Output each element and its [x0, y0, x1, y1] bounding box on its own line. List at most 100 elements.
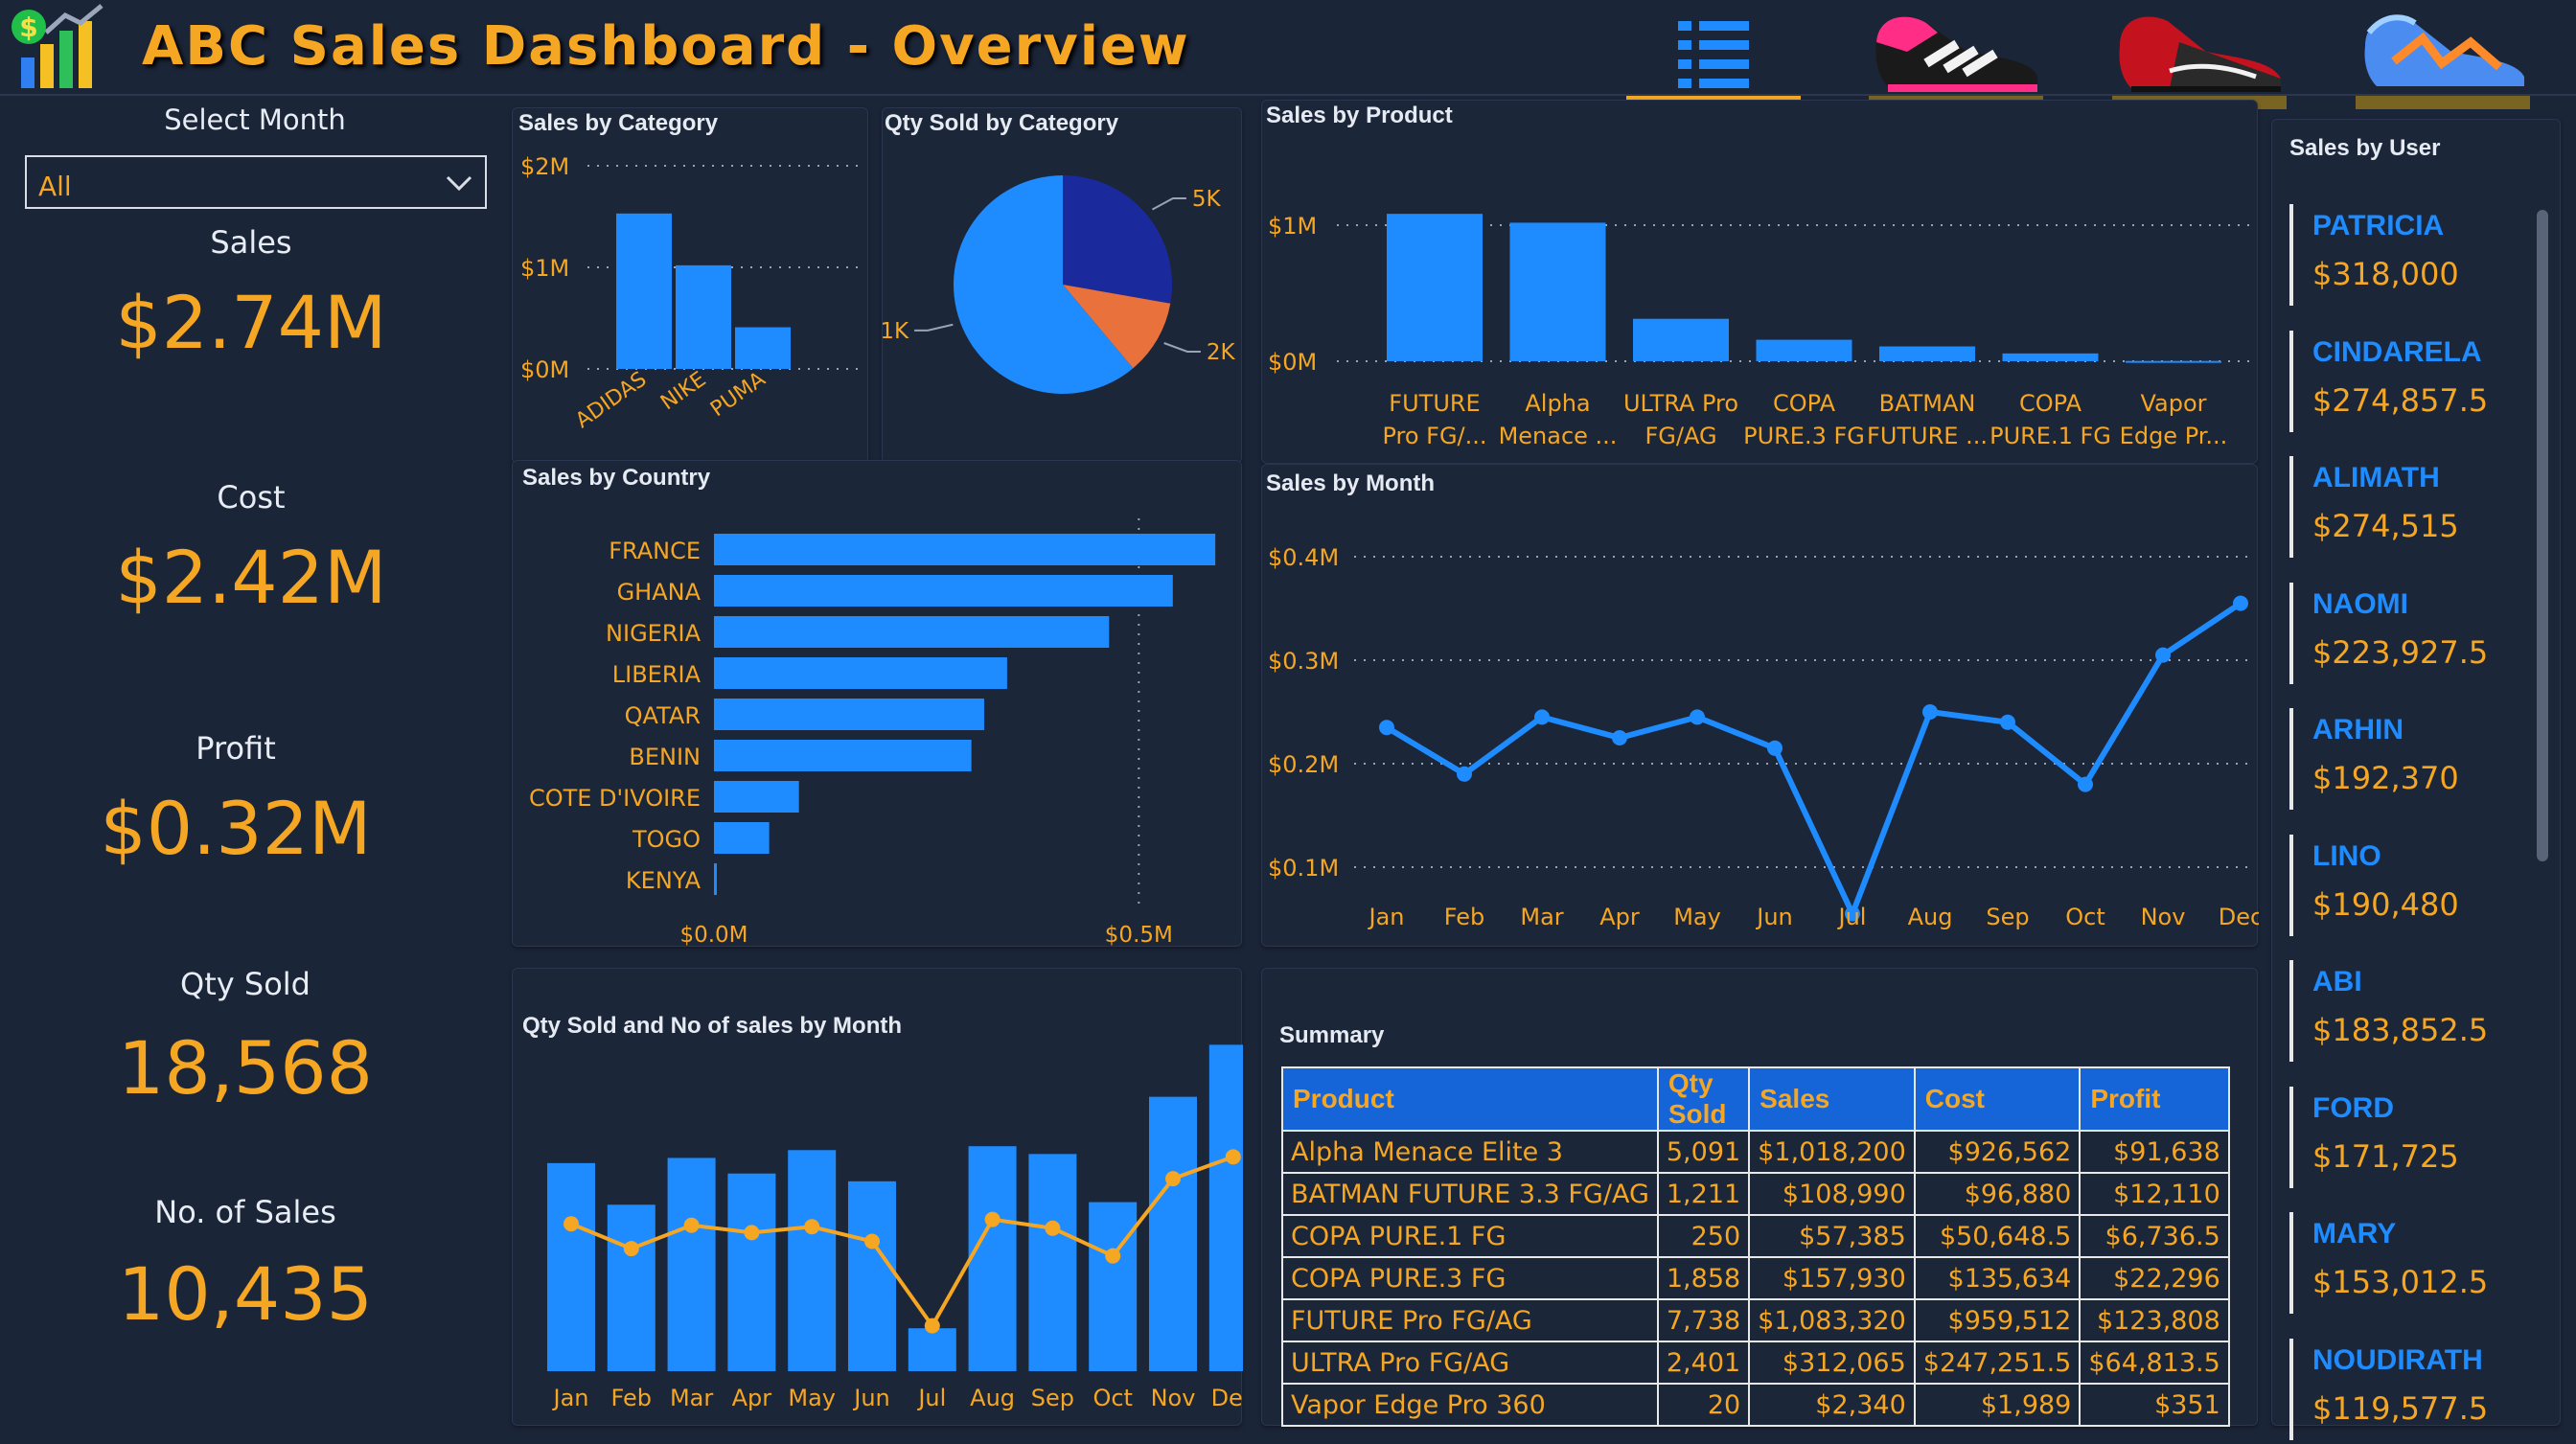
x-tick-label: Jul	[916, 1385, 946, 1411]
user-name[interactable]: PATRICIA	[2312, 210, 2444, 242]
bar	[667, 1157, 716, 1371]
x-tick-label: Jan	[552, 1385, 589, 1411]
x-tick-label: PURE.3 FG	[1743, 423, 1865, 449]
data-point	[1225, 1149, 1241, 1165]
blue-boot-icon	[2364, 14, 2524, 86]
nav-red-boot-button[interactable]	[2112, 4, 2287, 100]
y-tick-label: $0.1M	[1268, 855, 1339, 882]
x-tick-label: FG/AG	[1644, 423, 1716, 449]
table-cell: $1,989	[1913, 1383, 2082, 1427]
bar	[676, 264, 731, 369]
table-cell: $959,512	[1913, 1298, 2082, 1342]
user-card-accent	[2289, 204, 2293, 306]
data-point	[804, 1219, 820, 1235]
user-name[interactable]: MARY	[2312, 1218, 2396, 1250]
nav-pink-boot-button[interactable]	[1869, 4, 2043, 100]
table-cell: Vapor Edge Pro 360	[1281, 1383, 1659, 1427]
data-point	[1534, 709, 1550, 725]
scrollbar-thumb[interactable]	[2537, 210, 2548, 861]
kpi-value: $2.42M	[115, 535, 387, 620]
x-tick-label: Pro FG/...	[1382, 423, 1486, 449]
summary-table: Product Qty Sold Sales Cost Profit Alpha Men…	[1281, 1066, 2230, 1427]
user-sales-value: $153,012.5	[2312, 1264, 2489, 1300]
table-row: Vapor Edge Pro 360 20 $2,340 $1,989 $351	[1281, 1383, 2230, 1427]
table-cell: $312,065	[1748, 1341, 1916, 1385]
nav-blue-boot-button[interactable]	[2356, 4, 2530, 100]
table-cell: $135,634	[1913, 1256, 2082, 1300]
user-name[interactable]: FORD	[2312, 1092, 2394, 1125]
bar	[616, 213, 672, 369]
table-header-row: Product Qty Sold Sales Cost Profit	[1281, 1066, 2230, 1132]
table-cell: $96,880	[1913, 1172, 2082, 1216]
column-header[interactable]: Qty Sold	[1656, 1066, 1751, 1132]
bar	[968, 1146, 1017, 1371]
pie-label: 11K	[883, 319, 909, 344]
table-cell: $6,736.5	[2079, 1214, 2230, 1258]
sales-by-category-chart: $0M $1M $2M ADIDAS NIKEPUMA	[520, 153, 858, 433]
table-cell: $1,083,320	[1748, 1298, 1916, 1342]
x-tick-label: Apr	[1599, 904, 1640, 930]
table-cell: $22,296	[2079, 1256, 2230, 1300]
table-cell: 250	[1656, 1214, 1751, 1258]
bar	[714, 822, 770, 854]
user-card-accent	[2289, 582, 2293, 684]
column-header[interactable]: Sales	[1748, 1066, 1916, 1132]
y-tick-label: QATAR	[625, 702, 701, 729]
table-row: COPA PURE.1 FG 250 $57,385 $50,648.5 $6,736.…	[1281, 1214, 2230, 1258]
x-tick-label: Oct	[2065, 904, 2105, 930]
bar	[735, 327, 791, 369]
table-cell: $2,340	[1748, 1383, 1916, 1427]
data-point	[2155, 647, 2171, 663]
table-cell: $157,930	[1748, 1256, 1916, 1300]
month-filter-dropdown[interactable]: All	[25, 155, 487, 209]
bar	[714, 740, 972, 771]
data-point	[683, 1217, 700, 1233]
x-tick-label: PURE.1 FG	[1990, 423, 2111, 449]
kpi-value: 10,435	[118, 1251, 373, 1337]
kpi-profit-card: Profit $0.32M	[12, 728, 487, 947]
table-cell: $351	[2079, 1383, 2230, 1427]
x-tick-label: Sep	[1031, 1385, 1074, 1411]
red-boot-icon	[2119, 16, 2281, 92]
pie-leader-line	[1163, 342, 1201, 353]
user-name[interactable]: CINDARELA	[2312, 336, 2482, 369]
x-tick-label: Sep	[1986, 904, 2029, 930]
month-filter-value: All	[38, 171, 72, 202]
user-card-accent	[2289, 708, 2293, 810]
x-tick-label: ULTRA Pro	[1623, 390, 1738, 417]
y-tick-label: FRANCE	[609, 538, 701, 564]
user-name[interactable]: NOUDIRATH	[2312, 1344, 2483, 1377]
column-header[interactable]: Cost	[1913, 1066, 2082, 1132]
column-header[interactable]: Product	[1281, 1066, 1659, 1132]
kpi-sales-card: Sales $2.74M	[15, 220, 487, 464]
data-point	[1105, 1248, 1121, 1264]
pie-slice	[1063, 175, 1172, 304]
y-tick-label: $1M	[1268, 213, 1317, 240]
user-name[interactable]: ARHIN	[2312, 714, 2404, 746]
kpi-nosales-card: No. of Sales 10,435	[15, 1192, 487, 1426]
y-tick-label: $0.4M	[1268, 544, 1339, 571]
x-tick-label: Aug	[970, 1385, 1015, 1411]
y-tick-label: COTE D'IVOIRE	[529, 785, 701, 812]
user-name[interactable]: LINO	[2312, 840, 2381, 873]
x-tick-label: Apr	[732, 1385, 772, 1411]
user-name[interactable]: ABI	[2312, 966, 2362, 998]
bar	[714, 534, 1216, 565]
column-header[interactable]: Profit	[2079, 1066, 2230, 1132]
kpi-value: $2.74M	[115, 280, 387, 365]
qty-and-sales-by-month-chart: Jan Feb Mar Apr May Jun Jul Aug Sep Oct Nov Dec	[547, 1044, 1243, 1411]
user-name[interactable]: ALIMATH	[2312, 462, 2440, 494]
table-cell: 1,858	[1656, 1256, 1751, 1300]
bar	[714, 863, 717, 895]
data-point	[2233, 595, 2248, 611]
data-point	[564, 1216, 579, 1232]
x-tick-label: Jan	[1368, 904, 1405, 930]
bar	[1756, 339, 1852, 361]
table-cell: 5,091	[1656, 1130, 1751, 1174]
data-point	[984, 1211, 1000, 1227]
user-name[interactable]: NAOMI	[2312, 588, 2408, 621]
sales-by-country-panel: Sales by Country FRANCE GHANA NIGERIA LIBER…	[512, 460, 1242, 948]
user-sales-value: $318,000	[2312, 256, 2459, 292]
x-tick-label: Nov	[1151, 1385, 1196, 1411]
kpi-title: Sales	[210, 224, 292, 261]
